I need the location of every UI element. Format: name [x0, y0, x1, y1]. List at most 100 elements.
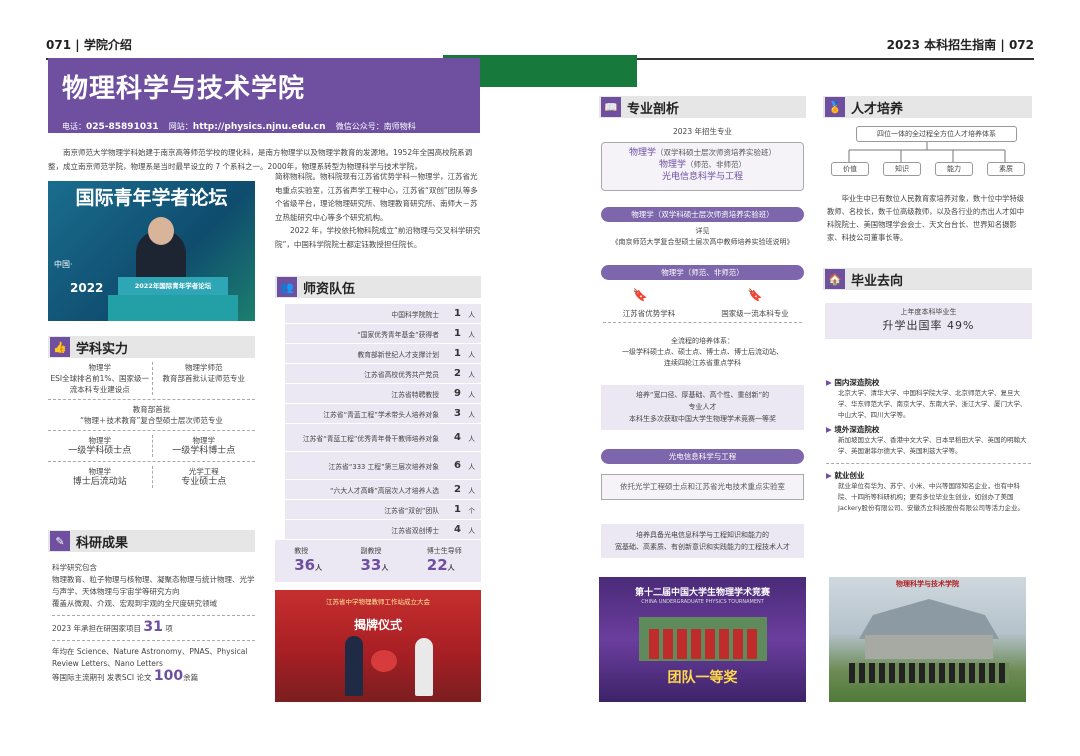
strength-label: 教育部首批 — [132, 405, 171, 414]
faculty-title: 江苏省双创博士 — [391, 526, 439, 535]
faculty-unit: 人 — [468, 486, 475, 495]
faculty-unit: 人 — [468, 310, 475, 319]
faculty-title: “国家优秀青年基金”获得者 — [357, 330, 439, 339]
stat-phd-supervisor: 博士生导师 22人 — [427, 546, 462, 582]
dest-title: 就业创业 — [834, 471, 865, 480]
system-line: 连续四轮江苏省重点学科 — [664, 359, 741, 367]
forum-photo-year: 2022 — [70, 281, 104, 295]
rate-value: 升学出国率 49% — [882, 319, 975, 332]
divider — [603, 322, 802, 323]
podium-sign: 2022年国际青年学者论坛 — [118, 277, 228, 295]
faculty-title: 中国科学院院士 — [391, 310, 439, 319]
divider — [48, 461, 255, 462]
papers-count: 100 — [153, 668, 184, 684]
rate-label: 上年度本科毕业生 — [900, 308, 957, 316]
faculty-unit: 人 — [468, 390, 475, 399]
strength-desc: 专业硕士点 — [181, 477, 227, 487]
web-label: 网站： — [168, 122, 193, 131]
section-title-faculty: 师资队伍 — [303, 281, 356, 297]
college-title: 物理科学与技术学院 — [62, 74, 306, 104]
majors-list-box: 物理学（双学科硕士层次师资培养实验班） 物理学（师范、非师范） 光电信息科学与工… — [601, 142, 804, 191]
faculty-count: 6 — [454, 460, 461, 471]
faculty-count: 1 — [454, 348, 461, 359]
divider — [48, 399, 255, 400]
faculty-row: “六大人才高峰”高层次人才培养人选 2 人 — [285, 480, 481, 500]
section-header-research: ✎ 科研成果 — [48, 530, 255, 552]
web-value[interactable]: http://physics.njnu.edu.cn — [193, 122, 326, 132]
strength-desc: 一级学科硕士点 — [68, 446, 132, 456]
faculty-row: 江苏省高校优秀共产党员 2 人 — [285, 364, 481, 384]
papers-unit: 余篇 — [183, 673, 199, 682]
major-item: 物理学（师范、非师范） — [602, 159, 803, 171]
faculty-title: 江苏省“青蓝工程”优秀青年骨干教师培养对象 — [302, 434, 439, 443]
faculty-unit: 人 — [468, 434, 475, 443]
faculty-title: “六大人才高峰”高层次人才培养人选 — [330, 486, 439, 495]
strength-desc: “物理＋技术教育”复合型硕士层次师范专业 — [80, 416, 223, 425]
faculty-count: 4 — [454, 524, 461, 535]
majors-year: 2023 年招生专业 — [673, 127, 732, 136]
talent-line: 专业人才 — [688, 403, 717, 411]
divider — [48, 430, 255, 431]
strength-item-esi: 物理学 ESI全球排名前1%、国家级一流本科专业建设点 — [48, 362, 152, 395]
speaker-head — [148, 217, 174, 245]
section-header-graduates: 🏠 毕业去向 — [823, 268, 1032, 290]
faculty-count: 1 — [454, 504, 461, 515]
faculty-row: 江苏省“333 工程”第三层次培养对象 6 人 — [285, 452, 481, 480]
stat-label: 副教授 — [360, 547, 382, 555]
dual-details: 详见 《南京师范大学复合型硕士层次高中教师培养实验班说明》 — [599, 226, 806, 248]
dest-domestic-text: 北京大学、清华大学、中国科学院大学、北京师范大学、复旦大学、华东师范大学、南京大… — [838, 389, 1027, 419]
triangle-icon: ▶ — [826, 378, 832, 387]
faculty-unit: 人 — [468, 410, 475, 419]
faculty-count: 4 — [454, 432, 461, 443]
stat-unit: 人 — [315, 564, 323, 572]
graduate-rate-box: 上年度本科毕业生 升学出国率 49% — [825, 303, 1032, 339]
campus-banner: 物理科学与技术学院 — [896, 580, 959, 588]
tel-label: 电话： — [62, 122, 86, 131]
stat-professor: 教授 36人 — [294, 546, 322, 582]
college-banner: 物理科学与技术学院 电话：025-85891031 网站：http://phys… — [48, 58, 480, 133]
strength-item-moe: 教育部首批 “物理＋技术教育”复合型硕士层次师范专业 — [48, 404, 255, 426]
faculty-title: 江苏省“333 工程”第三层次培养对象 — [328, 462, 439, 471]
talent-line: 宽基础、高素质、有创新意识和实践能力的工程技术人才 — [615, 543, 790, 551]
stat-label: 教授 — [294, 547, 309, 555]
group-of-people — [849, 663, 1009, 683]
faculty-stats: 教授 36人 副教授 33人 博士生导师 22人 — [275, 540, 481, 582]
intro-paragraph: 南京师范大学物理学科始建于南京高等师范学校的理化科，是南方物理学以及物理学教育的… — [48, 148, 473, 171]
strength-item-postdoc: 物理学 博士后流动站 — [48, 466, 152, 488]
chip-ability: 能力 — [935, 162, 973, 176]
major-pill-optoelectronic: 光电信息科学与工程 — [601, 449, 804, 464]
dest-abroad: ▶ 境外深造院校 — [826, 424, 1031, 435]
strength-label: 物理学 — [192, 436, 216, 445]
detail-label: 详见 — [695, 227, 710, 235]
projects-count: 31 — [143, 619, 163, 635]
stat-assoc-professor: 副教授 33人 — [360, 546, 388, 582]
major-sub: （师范、非师范） — [686, 160, 746, 169]
faculty-unit: 人 — [468, 350, 475, 359]
graduate-destinations: ▶ 国内深造院校 北京大学、清华大学、中国科学院大学、北京师范大学、复旦大学、华… — [826, 377, 1031, 514]
faculty-row: 教育部新世纪人才支撑计划 1 人 — [285, 344, 481, 364]
section-title-graduates: 毕业去向 — [851, 273, 904, 289]
building-roof — [859, 599, 999, 639]
faculty-count: 1 — [454, 328, 461, 339]
strength-label: 光学工程 — [188, 467, 219, 476]
faculty-row: 江苏省“双创”团队 1 个 — [285, 500, 481, 520]
header-rule-right — [636, 58, 1034, 60]
journals: 年均在 Science、Nature Astronomy、PNAS、Physic… — [52, 647, 248, 668]
strength-item-optical: 光学工程 专业硕士点 — [151, 466, 256, 488]
faculty-unit: 人 — [468, 330, 475, 339]
faculty-count: 2 — [454, 484, 461, 495]
book-icon: 📖 — [601, 97, 621, 117]
section-title-research: 科研成果 — [76, 535, 129, 551]
medal-icon: 🏅 — [825, 97, 845, 117]
dest-title: 国内深造院校 — [834, 378, 880, 387]
research-fields: 物理教育、粒子物理与核物理、凝聚态物理与统计物理、光学与声学、天体物理与宇宙学等… — [52, 575, 255, 596]
research-projects: 2023 年承担在研国家项目 31 项 — [52, 619, 255, 635]
strength-label: 物理学师范 — [185, 363, 223, 372]
section-header-faculty: 👥 师资队伍 — [275, 276, 481, 298]
talent-text: 毕业生中已有数位人民教育家培养对象，数十位中学特级教师、名校长，数千位高级教师，… — [827, 194, 1025, 242]
red-ribbon — [371, 650, 397, 672]
forum-photo-city: 中国· — [54, 260, 73, 269]
stat-value: 36 — [294, 556, 316, 574]
research-results: 科学研究包含 物理教育、粒子物理与核物理、凝聚态物理与统计物理、光学与声学、天体… — [52, 562, 255, 684]
forum-photo-title: 国际青年学者论坛 — [75, 187, 228, 209]
